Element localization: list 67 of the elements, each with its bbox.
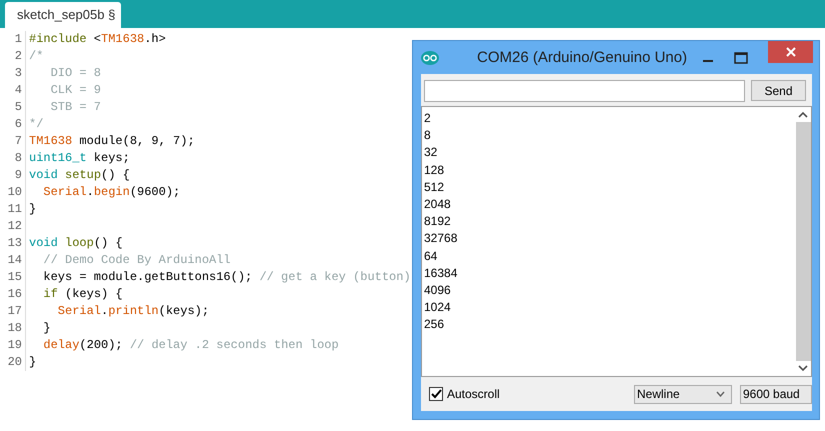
line-number: 6 — [14, 116, 23, 133]
code-line: */ — [29, 116, 44, 133]
code-line: Serial.println(keys); — [56, 303, 210, 320]
code-line: TM1638 module(8, 9, 7); — [29, 133, 195, 150]
line-number: 17 — [6, 303, 23, 320]
output-line: 256 — [424, 316, 446, 334]
output-line: 2048 — [424, 196, 452, 213]
line-number: 15 — [6, 269, 23, 286]
output-line: 2 — [424, 110, 432, 127]
logo-icon — [421, 50, 439, 64]
line-number: 3 — [14, 65, 23, 82]
code-line: STB = 7 — [50, 99, 102, 116]
code-line: #include <TM1638.h> — [29, 31, 166, 48]
output-line: 128 — [424, 162, 446, 179]
line-number: 2 — [14, 48, 23, 65]
code-line: void loop() { — [29, 235, 123, 252]
line-number: 9 — [14, 167, 23, 184]
autoscroll-checkbox[interactable]: Autoscroll — [429, 387, 500, 401]
code-line: uint16_t keys; — [29, 150, 130, 167]
line-number: 5 — [14, 99, 23, 116]
output-line: 32768 — [424, 230, 458, 248]
code-line: keys = module.getButtons16(); // get a key (button) — [42, 269, 411, 286]
line-ending-dropdown[interactable]: Newline — [634, 384, 732, 404]
close-button[interactable] — [768, 41, 813, 63]
line-number: 13 — [6, 235, 23, 252]
code-line: CLK = 9 — [50, 82, 102, 99]
output-line: 4096 — [424, 282, 452, 299]
scroll-down-icon[interactable] — [798, 365, 808, 372]
line-number: 10 — [6, 184, 23, 201]
code-line: // Demo Code By ArduinoAll — [42, 252, 231, 269]
line-number: 14 — [6, 252, 23, 269]
line-number: 1 — [14, 31, 23, 48]
line-number: 19 — [6, 337, 23, 354]
code-line: if (keys) { — [42, 286, 123, 303]
code-line: } — [29, 354, 36, 371]
maximize-icon[interactable] — [734, 52, 748, 64]
scroll-up-icon[interactable] — [798, 111, 808, 118]
output-line: 512 — [424, 178, 446, 196]
output-line: 32 — [424, 144, 438, 162]
code-line: Serial.begin(9600); — [42, 184, 180, 201]
line-number: 18 — [6, 320, 23, 337]
window-title: COM26 (Arduino/Genuino Uno) — [477, 49, 688, 66]
line-number: 20 — [6, 354, 23, 371]
code-line: } — [29, 201, 36, 218]
output-line: 1024 — [424, 299, 452, 316]
code-line: delay(200); // delay .2 seconds then loop — [42, 337, 339, 354]
code-line: } — [42, 320, 51, 337]
code-line: void setup() { — [29, 167, 130, 184]
baud-rate-dropdown[interactable]: 9600 baud — [740, 384, 812, 404]
line-number: 11 — [6, 201, 23, 218]
output-line: 8192 — [424, 213, 452, 230]
code-line: DIO = 8 — [50, 65, 102, 82]
line-number: 12 — [6, 218, 23, 235]
line-number: 7 — [14, 133, 23, 150]
line-number: 8 — [14, 150, 23, 167]
close-icon — [786, 47, 796, 57]
output-line: 64 — [424, 248, 438, 264]
caret-icon — [716, 391, 725, 397]
checkmark-icon — [430, 389, 442, 399]
message-input-field[interactable] — [424, 80, 745, 102]
sketch-tab[interactable]: sketch_sep05b § — [5, 2, 122, 28]
line-number: 4 — [14, 82, 23, 99]
output-line: 16384 — [424, 264, 458, 282]
send-button[interactable]: Send — [751, 80, 806, 101]
line-number: 16 — [6, 286, 23, 303]
code-line: /* — [29, 48, 44, 65]
output-line: 8 — [424, 127, 432, 144]
